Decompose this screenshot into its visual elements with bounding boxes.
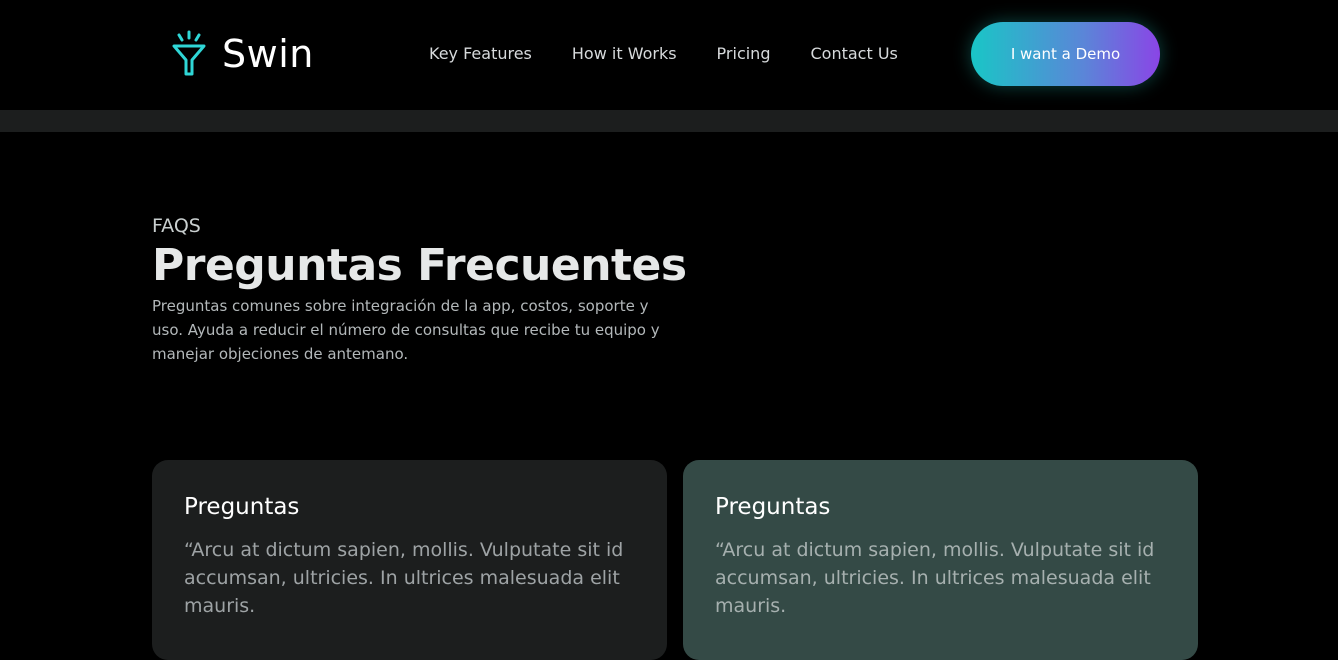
- section-divider: [0, 110, 1338, 132]
- page-title: Preguntas Frecuentes: [152, 240, 687, 291]
- nav-link-key-features[interactable]: Key Features: [429, 44, 532, 64]
- faq-section-header: FAQS Preguntas Frecuentes Preguntas comu…: [152, 214, 692, 366]
- faq-card[interactable]: Preguntas “Arcu at dictum sapien, mollis…: [152, 460, 667, 660]
- faq-card-text: “Arcu at dictum sapien, mollis. Vulputat…: [184, 539, 624, 617]
- request-demo-button[interactable]: I want a Demo: [971, 22, 1160, 86]
- section-eyebrow: FAQS: [152, 215, 201, 237]
- faq-card-title: Preguntas: [715, 494, 831, 520]
- nav-link-contact-us[interactable]: Contact Us: [810, 44, 897, 64]
- funnel-sparkle-icon: [172, 30, 206, 76]
- nav-link-how-it-works[interactable]: How it Works: [572, 44, 677, 64]
- main-nav: Key Features How it Works Pricing Contac…: [429, 44, 898, 64]
- faq-card-highlighted[interactable]: Preguntas “Arcu at dictum sapien, mollis…: [683, 460, 1198, 660]
- brand-name: Swin: [222, 32, 314, 76]
- navbar: Swin Key Features How it Works Pricing C…: [0, 0, 1338, 110]
- nav-link-pricing[interactable]: Pricing: [717, 44, 771, 64]
- section-subtitle: Preguntas comunes sobre integración de l…: [152, 297, 660, 363]
- faq-card-text: “Arcu at dictum sapien, mollis. Vulputat…: [715, 539, 1155, 617]
- brand-logo-link[interactable]: Swin: [170, 30, 314, 78]
- faq-card-title: Preguntas: [184, 494, 300, 520]
